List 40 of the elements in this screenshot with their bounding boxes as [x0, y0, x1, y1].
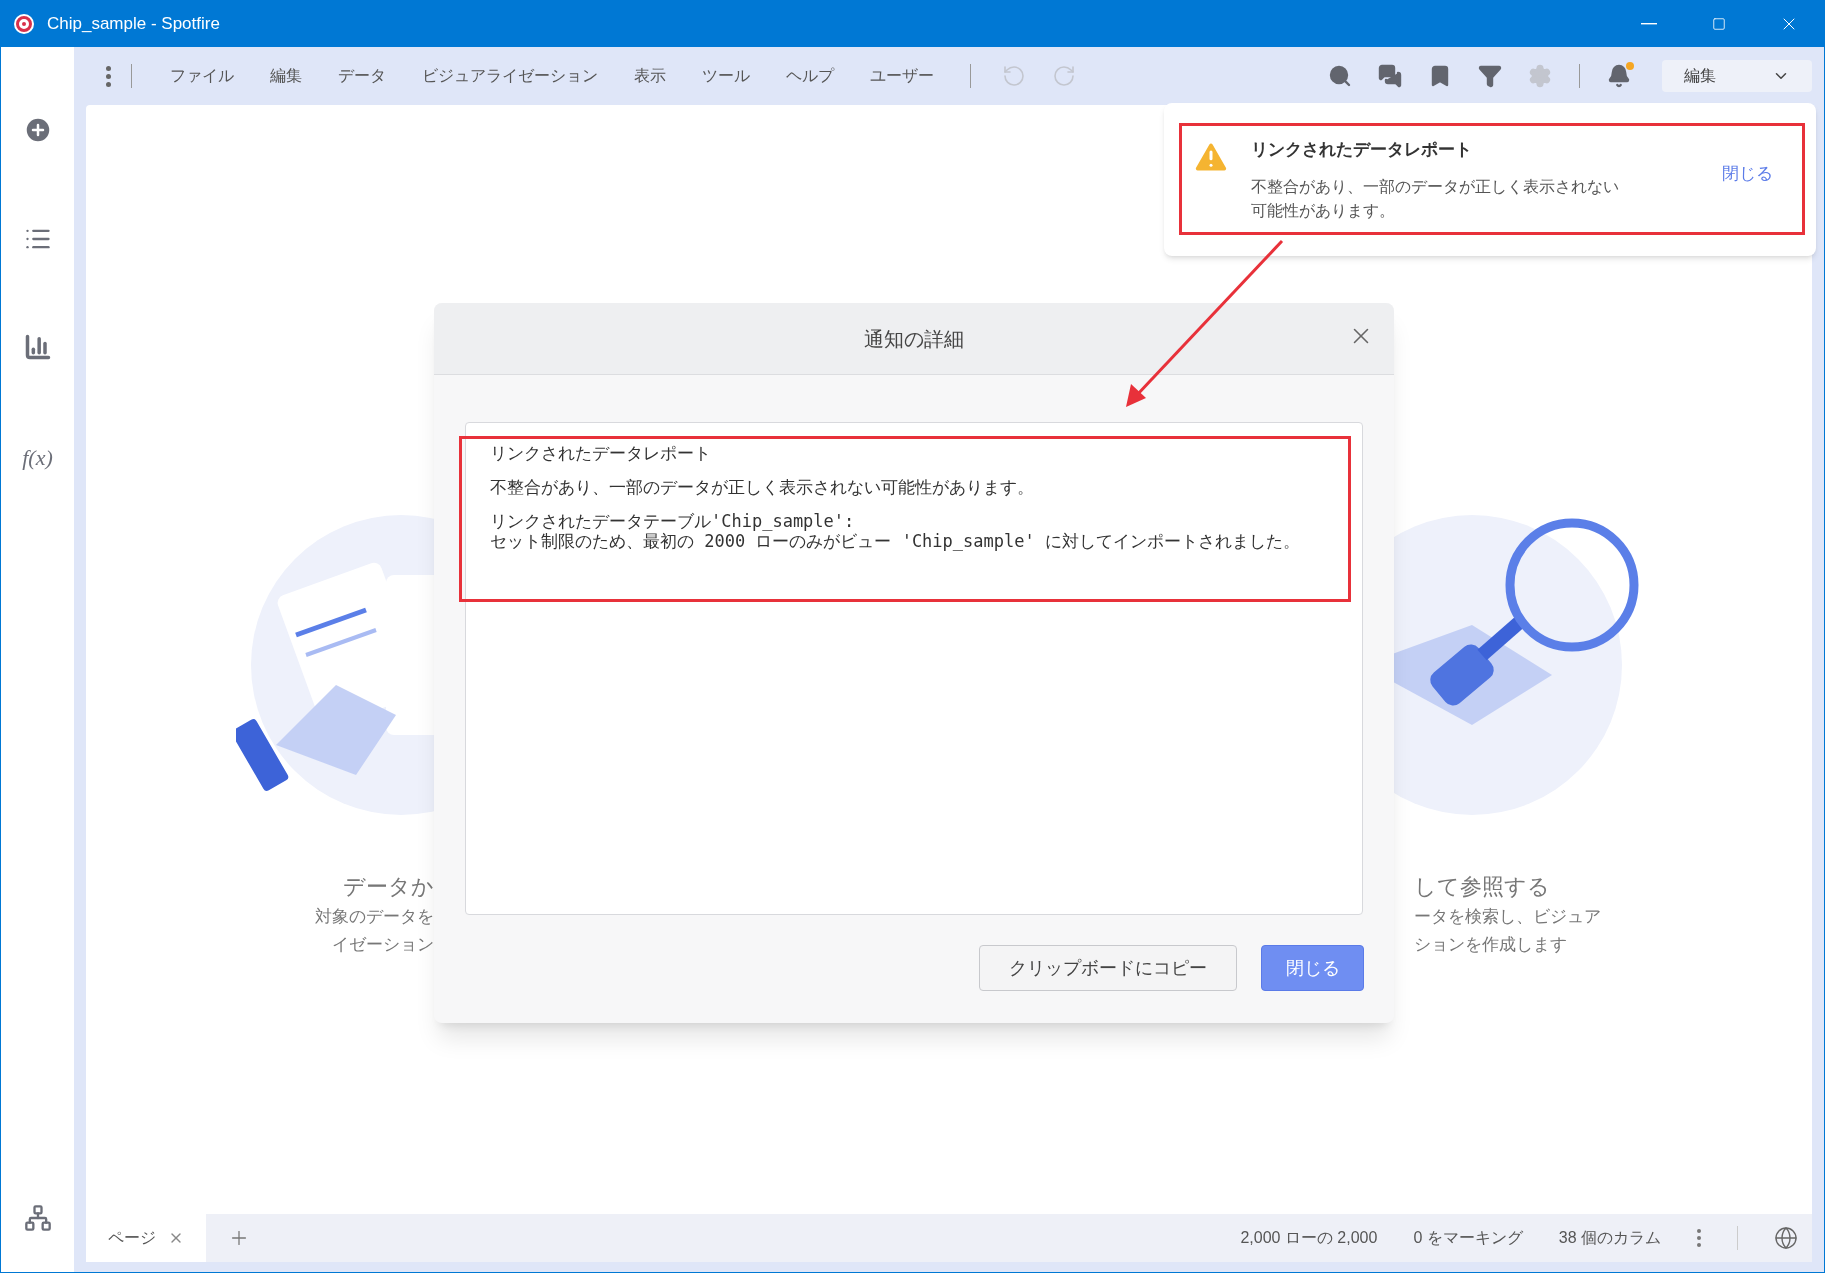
menu-item[interactable]: ユーザー — [852, 60, 952, 92]
app-logo-icon — [13, 13, 35, 35]
kebab-icon — [106, 65, 111, 87]
section-heading: して参照する — [1414, 873, 1550, 901]
menu-item[interactable]: ファイル — [152, 60, 252, 92]
close-link[interactable]: 閉じる — [1722, 161, 1773, 187]
notification-title: リンクされたデータレポート — [1251, 139, 1473, 161]
menu-item[interactable]: ビジュアライゼーション — [404, 60, 616, 92]
status-text: 2,000 ローの 2,000 — [1240, 1228, 1378, 1248]
dialog-title: 通知の詳細 — [864, 326, 964, 352]
detail-text: 不整合があり、一部のデータが正しく表示されない可能性があります。 — [490, 477, 1035, 497]
maximize-icon — [1712, 17, 1726, 31]
window-title: Chip_sample - Spotfire — [47, 13, 220, 36]
menu-item[interactable]: 表示 — [616, 60, 684, 92]
minimize-icon — [1641, 23, 1657, 25]
status-text: 0 をマーキング — [1413, 1228, 1523, 1248]
function-button[interactable]: f(x) — [22, 441, 53, 474]
bar-chart-button[interactable] — [23, 333, 52, 361]
structure-button[interactable] — [23, 1204, 52, 1232]
more-options-button[interactable] — [1697, 1229, 1701, 1247]
status-text: 38 個のカラム — [1558, 1228, 1661, 1248]
description-text: ータを検索し、ビジュア — [1414, 906, 1601, 928]
detail-text: セット制限のため、最初の 2000 ローのみがビュー 'Chip_sample' に対してインポートされました。 — [490, 531, 1301, 551]
more-menu-button[interactable] — [106, 65, 111, 87]
kebab-icon — [1697, 1229, 1701, 1247]
notification-message: 不整合があり、一部のデータが正しく表示されない可能性があります。 — [1251, 176, 1620, 221]
menu-item[interactable]: ツール — [684, 60, 768, 92]
copy-to-clipboard-button[interactable]: クリップボードにコピー — [979, 945, 1237, 991]
menu-item[interactable]: 編集 — [252, 60, 320, 92]
description-text: ションを作成します — [1414, 934, 1567, 956]
description-text: 対象のデータを — [315, 906, 434, 928]
menu-item[interactable]: データ — [320, 60, 404, 92]
section-heading: データか — [343, 873, 434, 901]
page-tab[interactable]: ページ — [86, 1214, 206, 1262]
description-text: イゼーション — [332, 934, 434, 956]
detail-text: リンクされたデータレポート — [490, 443, 712, 463]
globe-icon[interactable] — [1774, 1226, 1798, 1250]
detail-text: リンクされたデータテーブル'Chip_sample': — [490, 511, 856, 531]
mode-dropdown[interactable]: 編集 — [1662, 60, 1812, 92]
menu-item[interactable]: ヘルプ — [768, 60, 852, 92]
